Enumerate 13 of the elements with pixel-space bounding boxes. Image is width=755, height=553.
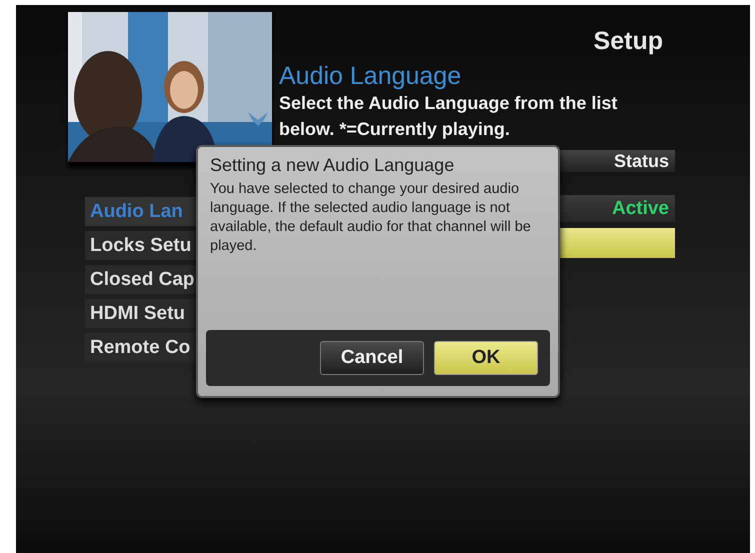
page-heading: Audio Language (279, 62, 462, 90)
dialog-title: Setting a new Audio Language (209, 155, 456, 176)
status-cell: Active (560, 195, 675, 222)
dialog-message: You have selected to change your desired audio language. If the selected audio language is not available, the default audio for that channel will be played. (209, 180, 532, 256)
cancel-button[interactable]: Cancel (320, 341, 424, 375)
menu-item[interactable]: Locks Setu (85, 231, 196, 260)
description: Select the Audio Language from the list below. *=Currently playing. (279, 92, 618, 141)
ok-button[interactable]: OK (434, 341, 538, 375)
menu-item[interactable]: Remote Co (85, 333, 196, 362)
column-header: Status (560, 150, 675, 172)
menu-item[interactable]: HDMI Setu (85, 299, 196, 328)
screen-title: Setup (594, 27, 663, 56)
menu-item[interactable]: Closed Cap (85, 265, 196, 294)
